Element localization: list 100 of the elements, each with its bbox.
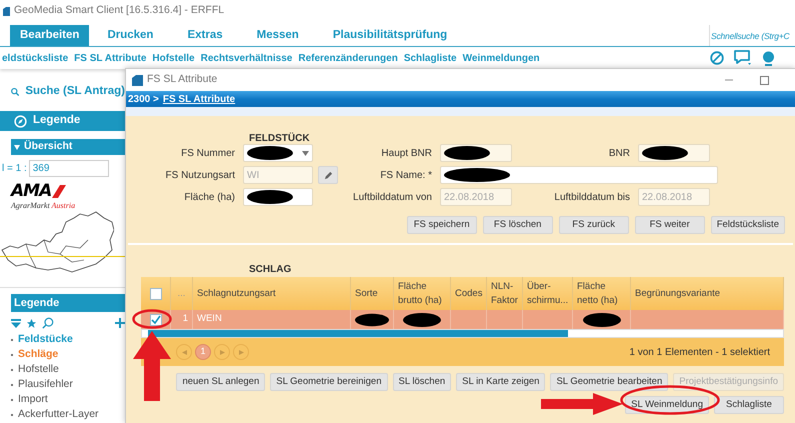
redaction-mark bbox=[444, 146, 490, 160]
redaction-mark bbox=[403, 312, 441, 326]
ribbon-tab[interactable]: Plausibilitätsprüfung bbox=[322, 25, 458, 46]
layer-item[interactable]: Plausifehler bbox=[18, 376, 73, 392]
quick-search-field[interactable]: Schnellsuche (Strg+C bbox=[711, 30, 790, 43]
toolbar-link[interactable]: Weinmeldungen bbox=[462, 50, 540, 66]
ribbon-tab[interactable]: Extras bbox=[177, 25, 233, 46]
column-header[interactable]: Sorte bbox=[355, 286, 378, 300]
input-field[interactable]: WI bbox=[243, 166, 313, 184]
layer-item[interactable]: Feldstücke bbox=[18, 332, 73, 348]
star-icon bbox=[26, 318, 37, 328]
layer-item[interactable]: Ackerfutter-Layer bbox=[18, 406, 99, 422]
checkmark-icon bbox=[150, 314, 160, 324]
add-icon bbox=[115, 318, 125, 328]
field-label: Fläche (ha) bbox=[183, 190, 236, 204]
input-field[interactable]: 22.08.2018 bbox=[638, 188, 710, 206]
action-button[interactable]: FS speichern bbox=[406, 216, 477, 234]
toolbar-link[interactable]: Referenzänderungen bbox=[298, 50, 398, 66]
field-label: FS Name: * bbox=[379, 168, 433, 182]
scale-label: l = 1 : bbox=[2, 162, 27, 176]
cell-text: 1 bbox=[182, 312, 188, 326]
dropdown-field[interactable] bbox=[243, 144, 313, 162]
redaction-mark bbox=[642, 146, 688, 160]
search-icon bbox=[42, 317, 54, 329]
select-all-checkbox[interactable] bbox=[150, 288, 162, 300]
field-label: Haupt BNR bbox=[380, 146, 433, 160]
ribbon-tab[interactable]: Messen bbox=[246, 25, 309, 46]
toolbar-link[interactable]: eldstücksliste bbox=[2, 50, 68, 66]
column-header[interactable]: Begrünungsvariante bbox=[635, 286, 720, 300]
redaction-mark bbox=[582, 312, 620, 326]
action-button[interactable]: neuen SL anlegen bbox=[176, 373, 266, 391]
field-label: FS Nummer bbox=[180, 146, 236, 160]
section-heading: FELDSTÜCK bbox=[249, 133, 310, 144]
logo-slash-icon bbox=[52, 185, 66, 198]
arrow-drawing bbox=[133, 331, 171, 401]
breadcrumb-bar: 2300 > FS SL Attribute bbox=[126, 91, 795, 107]
app-icon bbox=[132, 74, 143, 86]
scale-field[interactable]: 369 bbox=[28, 160, 109, 176]
logo-tagline: AgrarMarkt Austria bbox=[11, 202, 76, 210]
action-button[interactable]: SL löschen bbox=[392, 373, 452, 391]
ribbon-tab[interactable]: Drucken bbox=[97, 25, 164, 46]
maximize-icon[interactable] bbox=[760, 76, 769, 84]
pencil-icon bbox=[324, 170, 332, 180]
column-header[interactable]: Codes bbox=[455, 286, 482, 300]
field-label: Luftbilddatum bis bbox=[553, 190, 631, 204]
section-heading: SCHLAG bbox=[249, 264, 292, 275]
column-header[interactable]: ... bbox=[178, 286, 186, 300]
app-icon bbox=[3, 6, 10, 16]
search-label[interactable]: Suche (SL Antrag) bbox=[25, 83, 125, 101]
comment-icon[interactable] bbox=[734, 50, 752, 66]
redaction-mark bbox=[444, 168, 510, 182]
action-button[interactable]: FS löschen bbox=[482, 216, 553, 234]
filter-icon bbox=[11, 318, 21, 328]
search-icon bbox=[11, 85, 20, 99]
action-button[interactable]: Feldstücksliste bbox=[710, 216, 785, 234]
window-title: GeoMedia Smart Client [16.5.316.4] - ERFFL bbox=[14, 3, 224, 18]
field-label: BNR bbox=[608, 146, 631, 160]
pager-status: 1 von 1 Elementen - 1 selektiert bbox=[629, 346, 770, 360]
layer-item[interactable]: Hofstelle bbox=[18, 362, 59, 378]
column-header[interactable]: Fläche brutto (ha) bbox=[398, 280, 446, 308]
row-checkbox[interactable] bbox=[150, 314, 162, 326]
horizontal-scrollbar[interactable] bbox=[141, 329, 784, 338]
column-header[interactable]: Schlagnutzungsart bbox=[197, 286, 276, 300]
collapse-triangle-icon bbox=[14, 144, 20, 150]
dropdown-caret-icon bbox=[302, 150, 309, 156]
input-field[interactable] bbox=[440, 144, 512, 162]
input-field[interactable]: 22.08.2018 bbox=[440, 188, 512, 206]
layer-item[interactable]: Schläge bbox=[18, 346, 58, 362]
page-button[interactable]: 1 bbox=[195, 344, 211, 360]
edit-button[interactable] bbox=[318, 166, 338, 184]
legend-header[interactable]: Legende bbox=[11, 294, 125, 312]
action-button[interactable]: SL in Karte zeigen bbox=[456, 373, 546, 391]
breadcrumb-link[interactable]: FS SL Attribute bbox=[162, 92, 236, 106]
action-button[interactable]: FS zurück bbox=[558, 216, 629, 234]
redaction-mark bbox=[355, 312, 389, 326]
action-button[interactable]: SL Geometrie bereinigen bbox=[270, 373, 388, 391]
prohibited-icon[interactable] bbox=[710, 51, 724, 65]
overview-header[interactable]: Übersicht bbox=[11, 139, 125, 155]
toolbar-link[interactable]: Rechtsverhältnisse bbox=[200, 50, 292, 66]
layer-item[interactable]: Import bbox=[18, 392, 48, 408]
compass-icon bbox=[14, 114, 27, 128]
input-field[interactable] bbox=[243, 188, 313, 206]
annotation-circle bbox=[132, 309, 172, 329]
action-button[interactable]: FS weiter bbox=[634, 216, 705, 234]
column-header[interactable]: NLN-Faktor bbox=[491, 280, 518, 308]
input-field[interactable] bbox=[440, 166, 718, 184]
legend-header[interactable]: Legende bbox=[0, 111, 125, 131]
toolbar-link[interactable]: Schlagliste bbox=[404, 50, 457, 66]
dialog-title: FS SL Attribute bbox=[147, 72, 218, 88]
toolbar-link[interactable]: Hofstelle bbox=[152, 50, 195, 66]
redaction-mark bbox=[247, 146, 293, 160]
column-header[interactable]: Über-schirmu... bbox=[527, 280, 568, 308]
action-button[interactable]: SL Geometrie bearbeiten bbox=[550, 373, 668, 391]
ribbon-tab[interactable]: Bearbeiten bbox=[10, 25, 90, 46]
toolbar-link[interactable]: FS SL Attribute bbox=[74, 50, 146, 66]
column-header[interactable]: Fläche netto (ha) bbox=[577, 280, 626, 308]
action-button[interactable]: Schlagliste bbox=[714, 396, 784, 414]
input-field[interactable] bbox=[638, 144, 710, 162]
table-row[interactable]: 1 WEIN bbox=[141, 310, 784, 329]
logo-mark: AMA bbox=[11, 183, 52, 200]
